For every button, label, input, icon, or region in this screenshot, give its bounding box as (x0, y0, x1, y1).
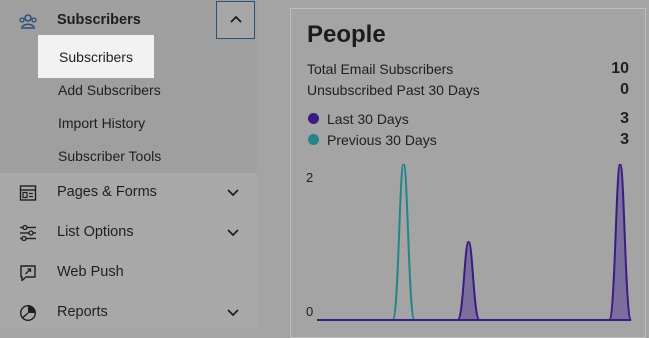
sidebar-item-label: Reports (57, 304, 108, 320)
y-tick-label: 0 (306, 304, 313, 319)
legend-value-previous-30: 3 (620, 131, 629, 148)
chevron-down-icon (227, 309, 239, 317)
sidebar-item-label: Web Push (57, 264, 124, 280)
sidebar-item-list-options[interactable]: List Options (0, 213, 257, 253)
unsubscribed-label: Unsubscribed Past 30 Days (307, 82, 480, 98)
chevron-down-icon (227, 189, 239, 197)
series-peak-last-30-days (456, 240, 481, 321)
subscriber-trend-chart: 2 0 (306, 164, 633, 321)
legend-dot-previous-30 (308, 134, 319, 145)
y-tick-label: 2 (306, 170, 313, 185)
legend-dot-last-30 (308, 113, 319, 124)
sidebar-item-label: Pages & Forms (57, 184, 157, 200)
card-title: People (307, 21, 386, 48)
people-card: People Total Email Subscribers 10 Unsubs… (290, 8, 646, 338)
subnav-import-history[interactable]: Import History (58, 115, 145, 131)
subscribers-icon (18, 12, 38, 30)
web-push-icon (19, 264, 37, 282)
subnav-label: Subscribers (59, 48, 133, 65)
series-peak-last-30-days (608, 164, 633, 321)
chevron-up-icon (230, 15, 242, 23)
sidebar-item-label: List Options (57, 224, 134, 240)
subnav-subscriber-tools[interactable]: Subscriber Tools (58, 148, 161, 164)
sidebar-item-label: Subscribers (57, 12, 141, 28)
subscribers-section: Subscribers Subscribers Add Subscribers … (0, 0, 257, 173)
legend-value-last-30: 3 (620, 110, 629, 127)
collapse-subscribers-button[interactable] (216, 1, 255, 39)
legend-label-last-30: Last 30 Days (327, 111, 409, 127)
chevron-down-icon (227, 229, 239, 237)
sidebar-item-reports[interactable]: Reports (0, 293, 257, 333)
legend-label-previous-30: Previous 30 Days (327, 132, 437, 148)
total-subscribers-label: Total Email Subscribers (307, 61, 454, 77)
unsubscribed-value: 0 (620, 81, 629, 98)
sidebar: Subscribers Subscribers Add Subscribers … (0, 0, 257, 328)
subnav-add-subscribers[interactable]: Add Subscribers (58, 82, 161, 98)
series-peak-previous-30-days (391, 164, 416, 321)
subnav-subscribers[interactable]: Subscribers (38, 35, 154, 78)
sliders-icon (19, 224, 37, 242)
sidebar-item-pages-forms[interactable]: Pages & Forms (0, 173, 257, 213)
sidebar-item-web-push[interactable]: Web Push (0, 253, 257, 293)
total-subscribers-value: 10 (611, 60, 629, 77)
pie-chart-icon (19, 304, 37, 322)
pages-forms-icon (19, 184, 37, 202)
